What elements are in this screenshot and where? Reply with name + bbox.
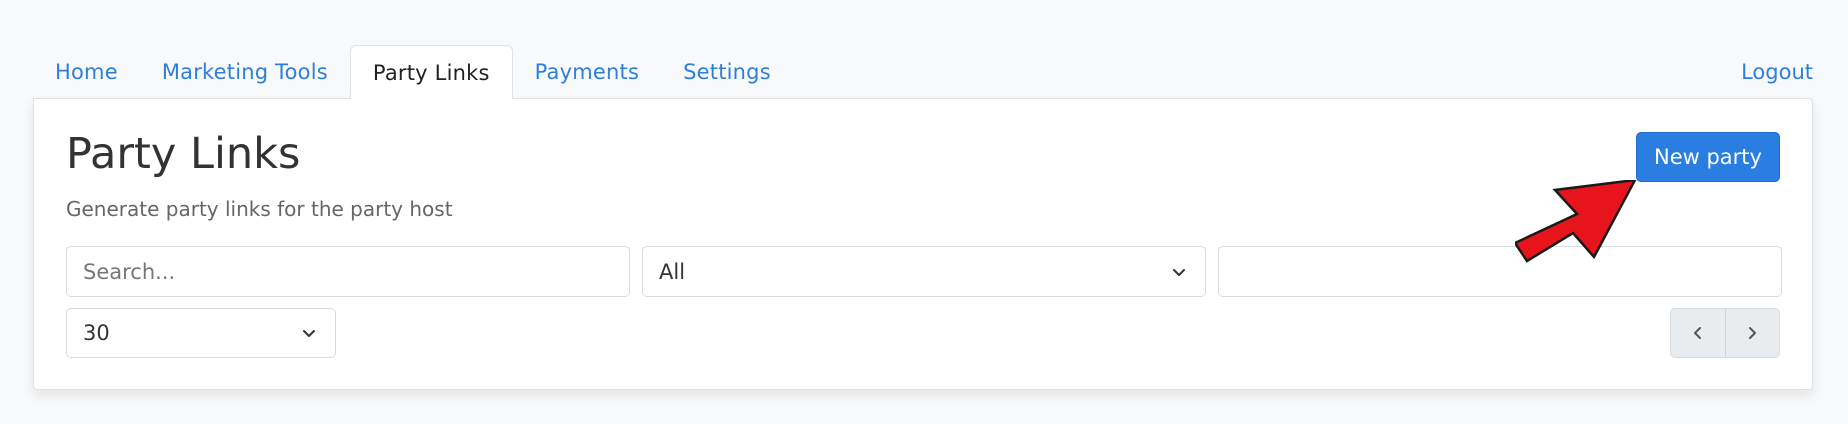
chevron-down-icon	[1173, 268, 1185, 276]
page-title: Party Links	[66, 129, 301, 179]
page-size-select[interactable]: 30	[66, 308, 336, 358]
tab-party-links[interactable]: Party Links	[349, 45, 513, 99]
prev-page-button[interactable]	[1671, 309, 1726, 357]
text-filter-input[interactable]	[1218, 246, 1782, 297]
tab-marketing-tools[interactable]: Marketing Tools	[140, 45, 350, 98]
search-placeholder: Search...	[83, 259, 176, 284]
tab-payments[interactable]: Payments	[513, 45, 661, 98]
chevron-right-icon	[1749, 327, 1757, 339]
nav-tabs: Home Marketing Tools Party Links Payment…	[33, 45, 1813, 99]
red-arrow-icon	[1515, 180, 1637, 263]
new-party-button[interactable]: New party	[1636, 132, 1780, 182]
status-select[interactable]: All	[642, 246, 1206, 297]
tab-settings[interactable]: Settings	[661, 45, 793, 98]
pagination	[1670, 308, 1780, 358]
status-select-value: All	[659, 259, 686, 284]
page-subtitle: Generate party links for the party host	[66, 197, 453, 221]
tab-home[interactable]: Home	[33, 45, 140, 98]
chevron-left-icon	[1693, 327, 1701, 339]
next-page-button[interactable]	[1726, 309, 1780, 357]
logout-link[interactable]: Logout	[1741, 45, 1813, 98]
search-input[interactable]: Search...	[66, 246, 630, 297]
page-size-value: 30	[83, 321, 110, 345]
chevron-down-icon	[303, 330, 315, 337]
